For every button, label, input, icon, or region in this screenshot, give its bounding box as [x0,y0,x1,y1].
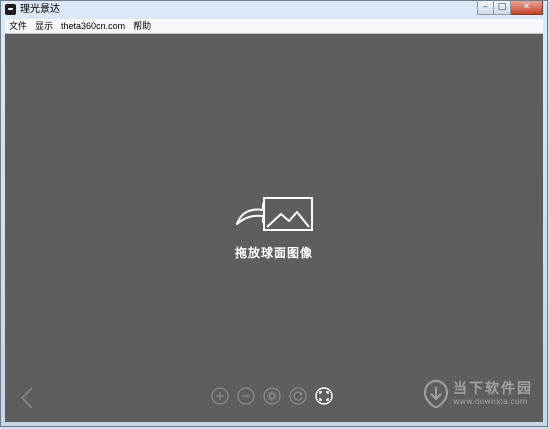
image-viewer-area[interactable]: 拖放球面图像 当下软件园 www.downxia.com [5,34,543,422]
watermark: 当下软件园 www.downxia.com [423,379,533,409]
menu-file[interactable]: 文件 [5,19,31,33]
refresh-icon[interactable] [289,387,307,405]
drop-instruction: 拖放球面图像 [234,246,313,260]
drop-image-icon [236,197,313,231]
close-button[interactable]: ✕ [511,1,543,15]
settings-icon[interactable] [263,387,281,405]
window-controls: – □ ✕ [477,1,543,15]
menu-bar: 文件 显示 theta360cn.com 帮助 [5,19,543,34]
menu-website-link[interactable]: theta360cn.com [57,19,129,33]
window-title: 理光景达 [20,4,60,15]
title-bar[interactable]: 理光景达 – □ ✕ [1,1,547,19]
app-window: 理光景达 – □ ✕ 文件 显示 theta360cn.com 帮助 拖放球面图… [0,0,548,427]
watermark-url: www.downxia.com [453,397,528,406]
previous-arrow-icon[interactable] [19,386,35,410]
zoom-out-icon[interactable] [237,387,255,405]
minimize-button[interactable]: – [477,1,494,15]
watermark-logo-icon [423,379,449,409]
maximize-button[interactable]: □ [494,1,511,15]
fullscreen-icon[interactable] [315,387,333,405]
app-logo-icon [5,4,16,15]
drop-zone[interactable]: 拖放球面图像 [5,196,543,261]
viewer-toolbar [211,387,333,405]
menu-view[interactable]: 显示 [31,19,57,33]
zoom-in-icon[interactable] [211,387,229,405]
menu-help[interactable]: 帮助 [129,19,155,33]
watermark-title: 当下软件园 [453,381,533,397]
